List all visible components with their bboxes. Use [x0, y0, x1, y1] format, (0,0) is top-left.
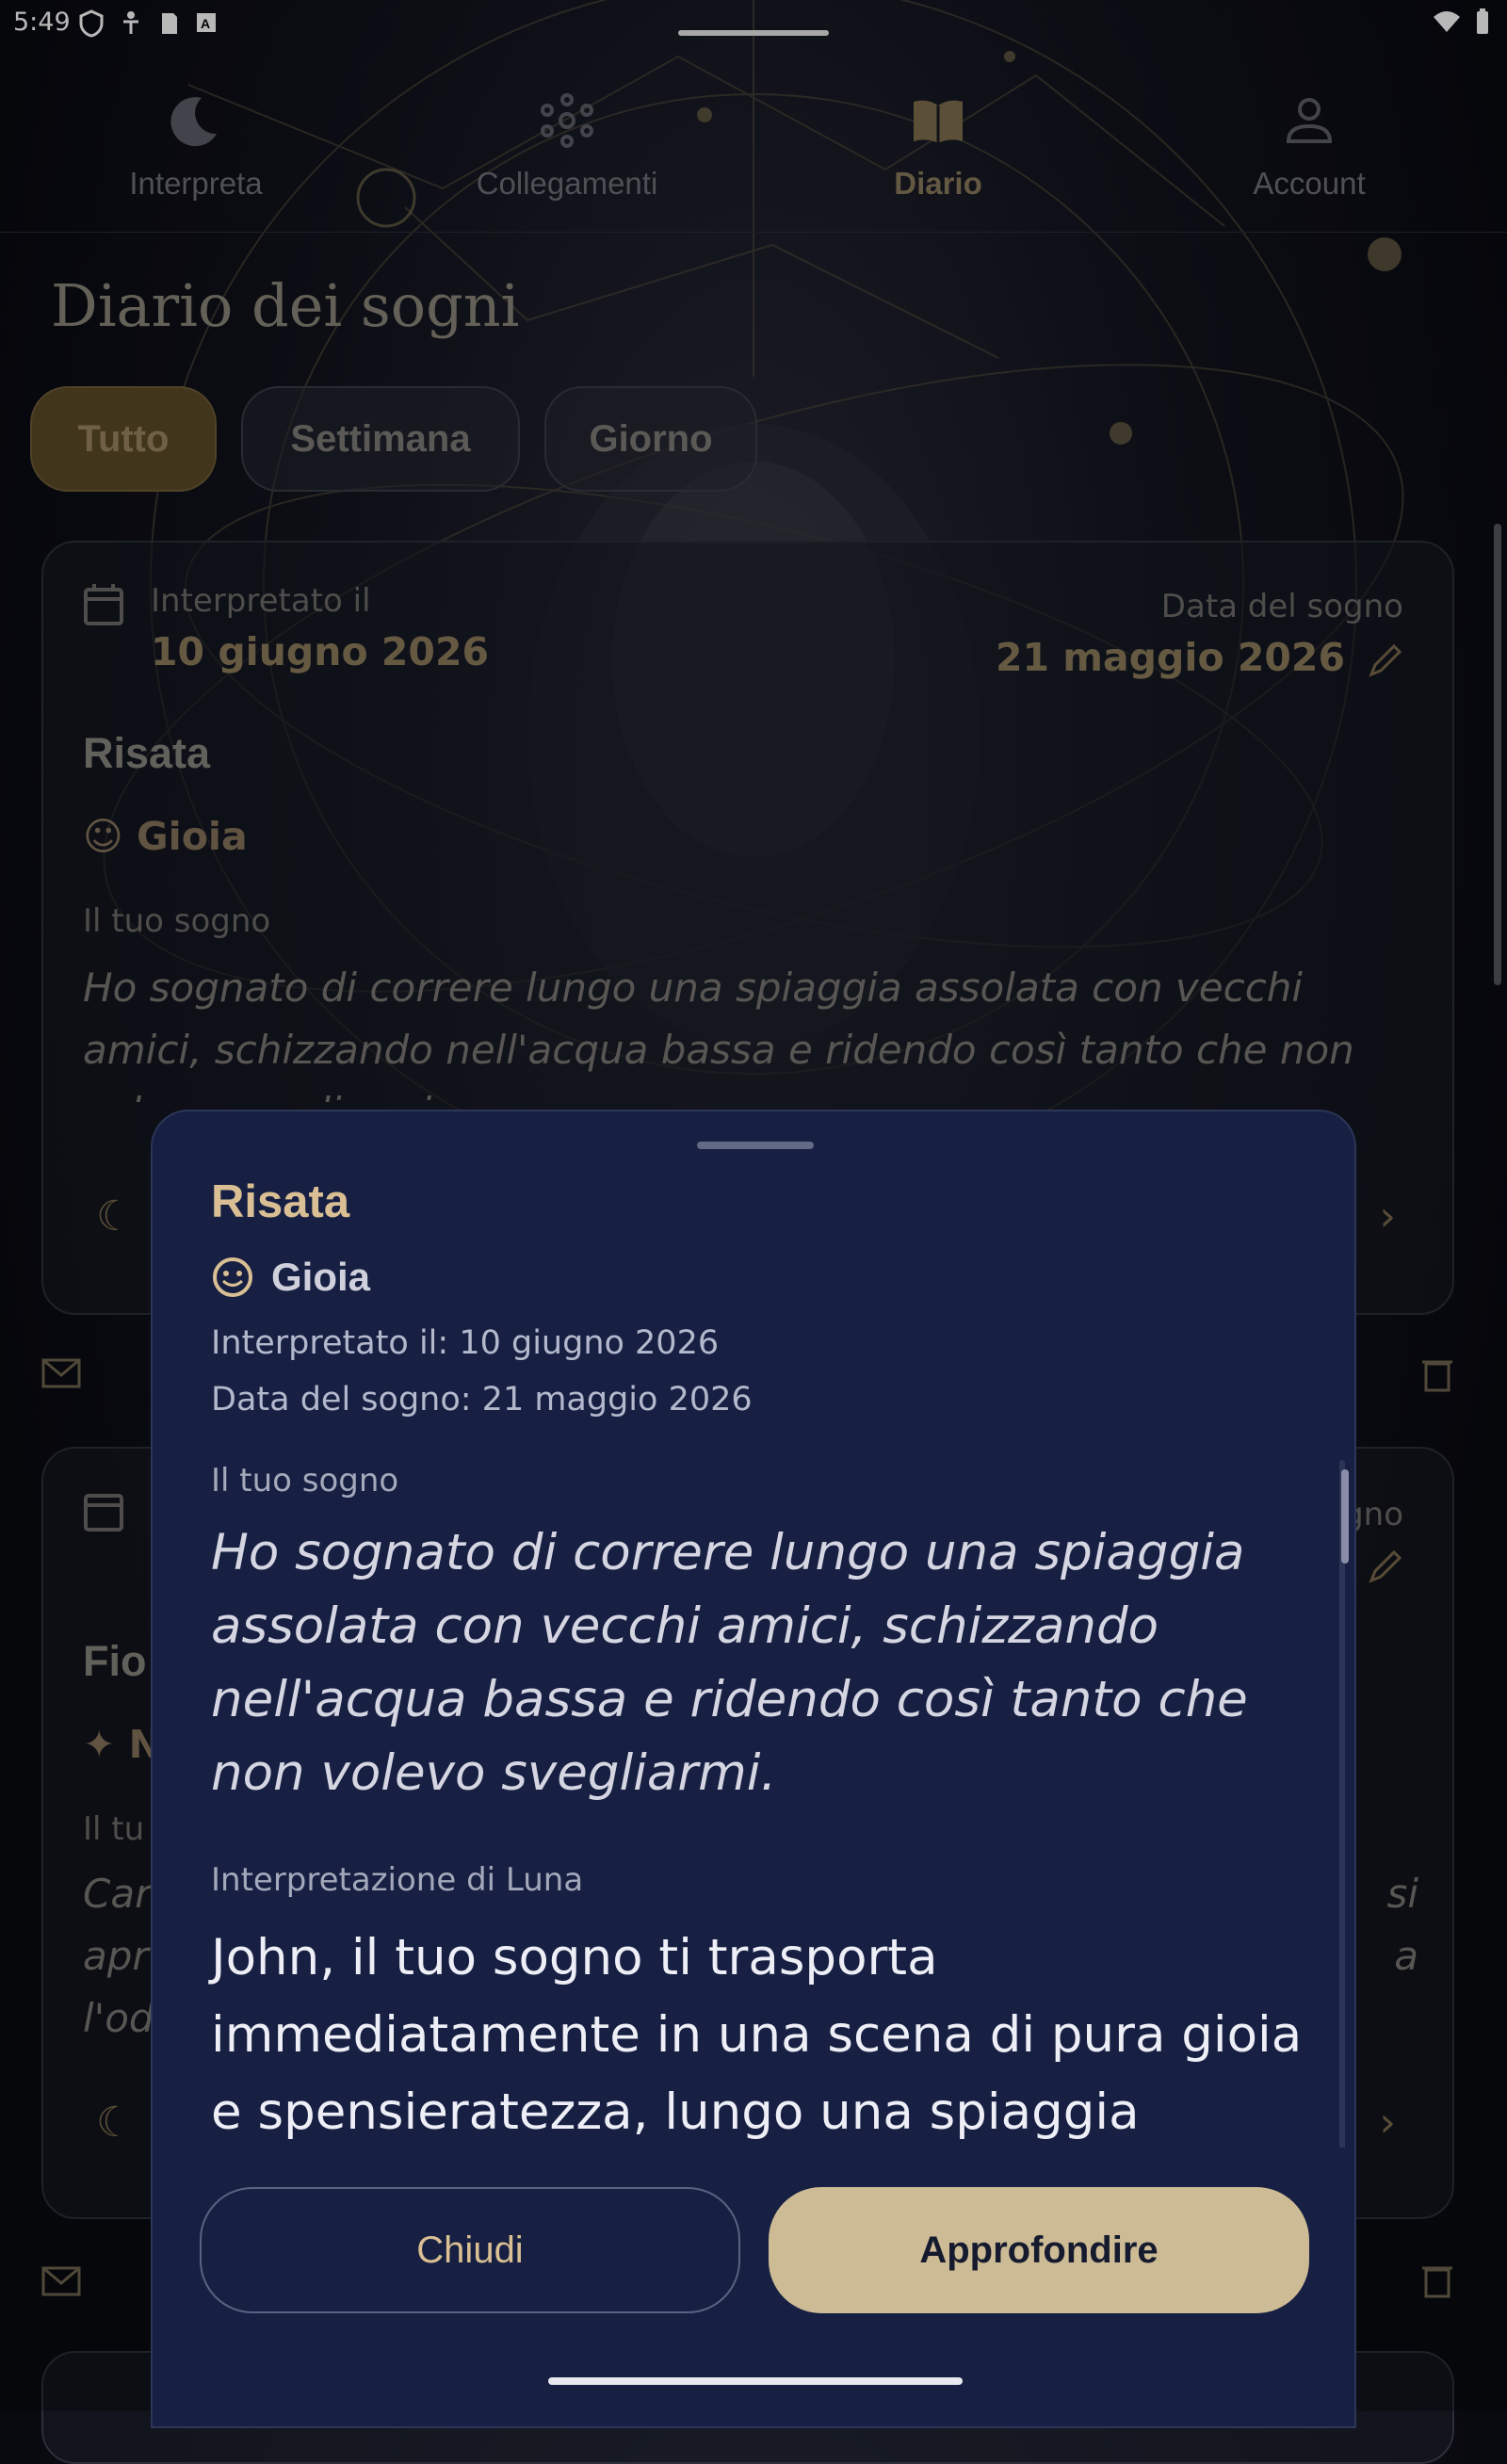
sheet-title: Risata: [211, 1176, 350, 1227]
sheet-scrollbar[interactable]: [1341, 1469, 1349, 1564]
dream-text: Ho sognato di correre lungo una spiaggia…: [211, 1524, 1248, 1802]
deepen-button[interactable]: Approfondire: [769, 2187, 1309, 2313]
close-button[interactable]: Chiudi: [200, 2187, 740, 2313]
sheet-drag-handle[interactable]: [697, 1142, 814, 1149]
dream-date: Data del sogno: 21 maggio 2026: [211, 1381, 753, 1418]
home-gesture-bar[interactable]: [548, 2377, 963, 2385]
interpretation-label: Interpretazione di Luna: [211, 1861, 584, 1899]
emotion-label: Gioia: [271, 1255, 371, 1299]
smiley-icon: [213, 1257, 252, 1297]
sheet-emotion: Gioia: [211, 1255, 370, 1300]
dream-detail-sheet: Risata Gioia Interpretato il: 10 giugno …: [151, 1110, 1356, 2428]
dream-label: Il tuo sogno: [211, 1462, 399, 1499]
interpreted-date: Interpretato il: 10 giugno 2026: [211, 1324, 720, 1362]
